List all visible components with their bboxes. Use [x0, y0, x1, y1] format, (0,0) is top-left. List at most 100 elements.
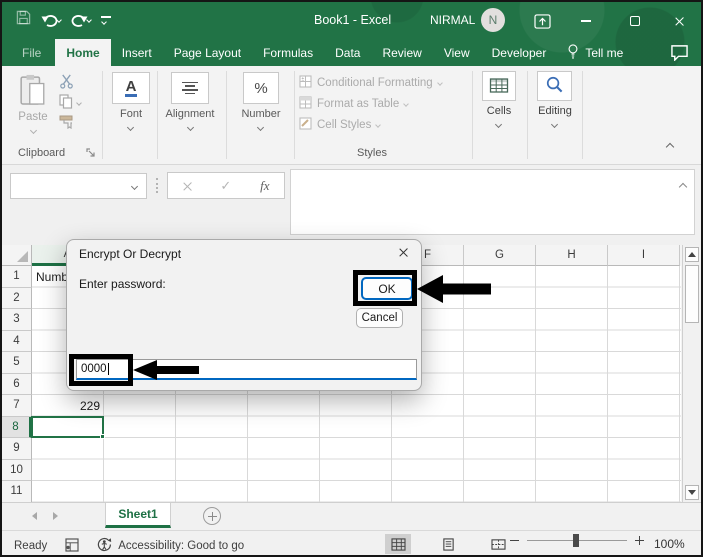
cells-group-button[interactable] [482, 71, 516, 101]
row-header-11[interactable]: 11 [2, 481, 32, 503]
zoom-level[interactable]: 100% [654, 537, 685, 551]
number-label: Number [241, 108, 281, 120]
name-box[interactable] [10, 173, 147, 199]
alignment-label: Alignment [165, 108, 215, 120]
font-label: Font [119, 108, 142, 120]
tab-formulas[interactable]: Formulas [252, 39, 324, 66]
scroll-up-icon[interactable] [685, 247, 699, 262]
cancel-button[interactable]: Cancel [356, 308, 403, 328]
page-layout-view-icon[interactable] [435, 534, 461, 554]
dialog-prompt: Enter password: [79, 277, 166, 291]
format-as-table-icon [299, 96, 312, 112]
row-header-10[interactable]: 10 [2, 459, 32, 481]
vertical-scrollbar[interactable] [682, 245, 701, 502]
zoom-slider-handle[interactable] [573, 533, 579, 547]
maximize-button[interactable] [622, 10, 648, 32]
undo-icon[interactable] [41, 14, 62, 27]
format-painter-button[interactable] [59, 115, 74, 132]
user-name[interactable]: NIRMAL [430, 13, 475, 27]
copy-button[interactable] [59, 94, 82, 112]
tell-me[interactable]: Tell me [557, 39, 633, 66]
comment-icon[interactable] [670, 44, 689, 66]
row-header-8[interactable]: 8 [2, 416, 32, 438]
zoom-out-icon[interactable] [510, 539, 519, 542]
row-header-5[interactable]: 5 [2, 352, 32, 374]
status-bar: Ready Accessibility: Good to go 100% [2, 530, 701, 555]
tab-home[interactable]: Home [55, 39, 111, 66]
tab-insert[interactable]: Insert [111, 39, 163, 66]
alignment-group-button[interactable] [171, 72, 209, 104]
save-icon[interactable] [16, 10, 31, 30]
zoom-slider[interactable] [527, 533, 627, 547]
paste-button[interactable]: Paste [14, 73, 52, 135]
zoom-in-icon[interactable] [635, 536, 644, 545]
vertical-scroll-thumb[interactable] [685, 265, 699, 323]
page-break-preview-icon[interactable] [485, 534, 511, 554]
minimize-button[interactable] [573, 10, 599, 32]
redo-icon[interactable] [71, 14, 92, 27]
insert-function-icon[interactable]: fx [260, 178, 269, 194]
title-bar: Book1 - Excel NIRMAL N [2, 2, 701, 39]
accessibility-status[interactable]: Accessibility: Good to go [97, 537, 244, 555]
paste-clipboard-icon [19, 74, 47, 110]
select-all-corner[interactable] [2, 245, 32, 266]
sheet-tab-bar: Sheet1 [2, 502, 701, 530]
group-separator [102, 71, 103, 159]
collapse-formula-bar-icon[interactable] [678, 182, 688, 192]
cancel-entry-icon[interactable] [182, 181, 191, 190]
alignment-icon [181, 80, 199, 96]
selected-cell-outline[interactable] [31, 415, 105, 439]
cut-button[interactable] [59, 74, 74, 92]
formula-input[interactable] [290, 169, 695, 235]
macro-record-icon[interactable] [65, 537, 79, 555]
tab-data[interactable]: Data [324, 39, 371, 66]
excel-window: Book1 - Excel NIRMAL N File Home Insert … [0, 0, 703, 557]
row-header-6[interactable]: 6 [2, 373, 32, 395]
dialog-title: Encrypt Or Decrypt [79, 247, 182, 261]
number-group-button[interactable]: % [243, 72, 279, 104]
collapse-ribbon-icon[interactable] [665, 142, 675, 152]
formula-bar-row: ✓ fx [2, 165, 701, 245]
quick-access-toolbar [16, 10, 111, 30]
tab-developer[interactable]: Developer [481, 39, 558, 66]
next-sheet-icon[interactable] [53, 512, 58, 520]
row-header-4[interactable]: 4 [2, 330, 32, 352]
row-header-9[interactable]: 9 [2, 438, 32, 460]
cell-A7[interactable]: 229 [32, 395, 104, 417]
tab-view[interactable]: View [433, 39, 481, 66]
format-as-table-button[interactable]: Format as Table [299, 96, 410, 112]
row-header-1[interactable]: 1 [2, 266, 32, 288]
column-header-G[interactable]: G [464, 245, 536, 266]
row-header-3[interactable]: 3 [2, 309, 32, 331]
annotation-arrow-ok [417, 275, 491, 303]
dialog-close-icon[interactable] [398, 247, 410, 262]
close-button[interactable] [666, 10, 692, 32]
row-header-2[interactable]: 2 [2, 287, 32, 309]
new-sheet-button[interactable] [203, 507, 221, 525]
status-mode: Ready [14, 540, 48, 552]
formula-buttons: ✓ fx [167, 172, 285, 199]
sheet-tab-sheet1[interactable]: Sheet1 [105, 503, 171, 528]
tab-review[interactable]: Review [371, 39, 432, 66]
scroll-down-icon[interactable] [685, 485, 699, 500]
fill-handle[interactable] [100, 434, 105, 439]
confirm-entry-icon[interactable]: ✓ [220, 178, 231, 194]
conditional-formatting-button[interactable]: ± Conditional Formatting [299, 75, 443, 91]
magnifier-icon [545, 75, 564, 97]
editing-group-button[interactable] [537, 71, 572, 101]
clipboard-dialog-launcher-icon[interactable] [86, 148, 96, 161]
font-group-button[interactable]: A [112, 72, 150, 104]
column-header-I[interactable]: I [608, 245, 680, 266]
row-header-7[interactable]: 7 [2, 395, 32, 417]
customize-quick-access-icon[interactable] [101, 16, 111, 25]
previous-sheet-icon[interactable] [32, 512, 37, 520]
column-header-H[interactable]: H [536, 245, 608, 266]
separator-dots[interactable] [156, 178, 158, 193]
cells-table-icon [489, 75, 509, 98]
ribbon-display-options-icon[interactable] [529, 10, 555, 32]
tab-file[interactable]: File [2, 39, 55, 66]
avatar[interactable]: N [481, 8, 505, 32]
tab-page-layout[interactable]: Page Layout [163, 39, 252, 66]
cell-styles-button[interactable]: Cell Styles [299, 117, 382, 133]
normal-view-icon[interactable] [385, 534, 411, 554]
